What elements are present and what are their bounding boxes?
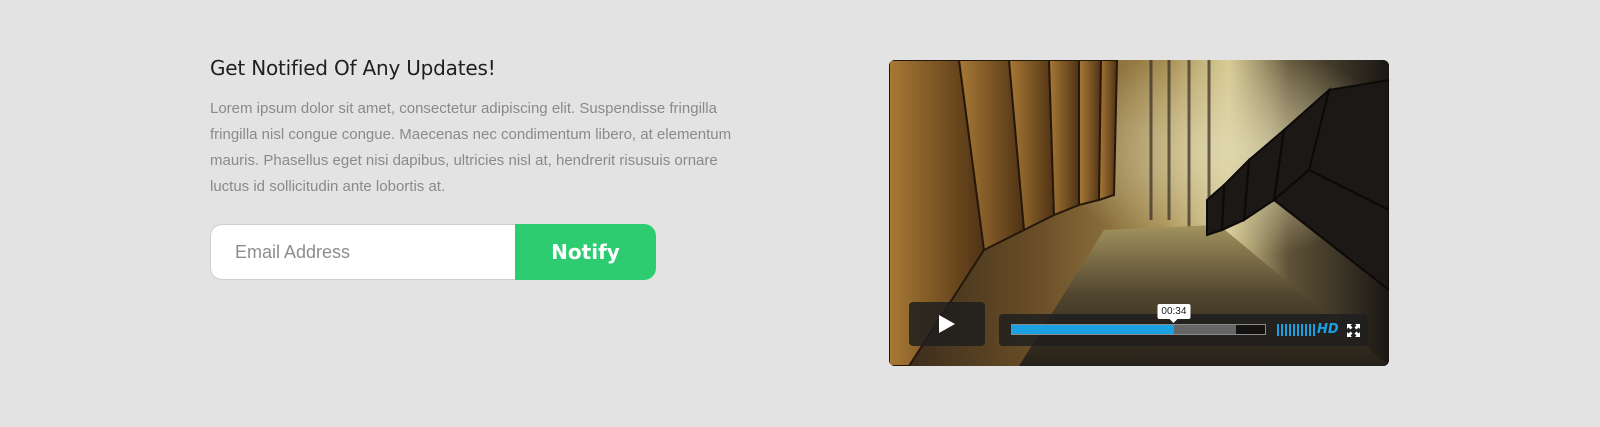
- volume-bar: [1293, 324, 1295, 336]
- volume-bar: [1281, 324, 1283, 336]
- notify-button[interactable]: Notify: [515, 224, 656, 280]
- volume-bar: [1305, 324, 1307, 336]
- notify-form: Notify: [210, 224, 656, 280]
- volume-bar: [1301, 324, 1303, 336]
- play-button[interactable]: [909, 302, 985, 346]
- volume-bar: [1313, 324, 1315, 336]
- volume-bar: [1297, 324, 1299, 336]
- volume-bar: [1277, 324, 1279, 336]
- video-player[interactable]: 00:34 HD: [889, 60, 1389, 366]
- signup-panel: Get Notified Of Any Updates! Lorem ipsum…: [210, 56, 750, 280]
- volume-bar: [1285, 324, 1287, 336]
- played-range: [1012, 325, 1174, 334]
- player-controls: 00:34 HD: [999, 304, 1368, 346]
- notify-section: Get Notified Of Any Updates! Lorem ipsum…: [0, 0, 1600, 427]
- section-heading: Get Notified Of Any Updates!: [210, 56, 496, 80]
- play-icon: [939, 315, 955, 333]
- section-description: Lorem ipsum dolor sit amet, consectetur …: [210, 100, 732, 195]
- volume-level-icon[interactable]: [1277, 324, 1315, 336]
- progress-bar[interactable]: 00:34: [1011, 304, 1266, 335]
- volume-bar: [1289, 324, 1291, 336]
- current-time-tooltip: 00:34: [1157, 304, 1191, 319]
- volume-bar: [1309, 324, 1311, 336]
- hd-quality-toggle[interactable]: HD: [1317, 322, 1339, 337]
- email-field[interactable]: [210, 224, 515, 280]
- fullscreen-icon[interactable]: [1347, 324, 1360, 337]
